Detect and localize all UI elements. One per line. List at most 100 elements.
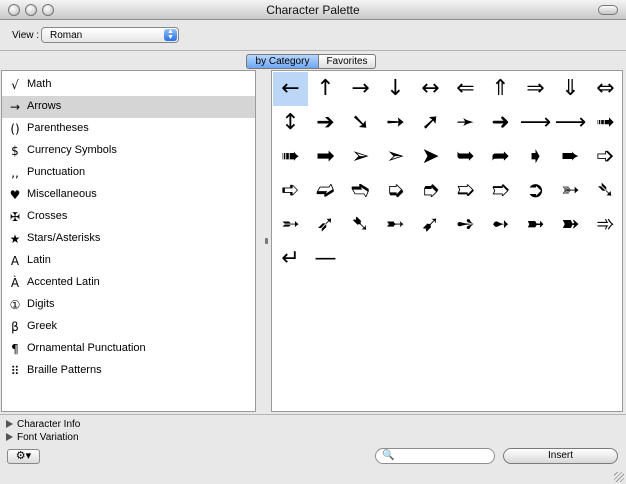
character-cell[interactable]: ➘ — [343, 106, 378, 140]
tab-favorites[interactable]: Favorites — [318, 54, 376, 69]
character-cell[interactable]: ➳ — [553, 174, 588, 208]
category-label: Crosses — [27, 210, 68, 222]
character-cell[interactable]: ➩ — [588, 140, 623, 174]
search-field[interactable]: 🔍 — [375, 448, 495, 464]
category-icon: ⠿ — [10, 364, 20, 378]
tab-bar: by Category Favorites — [246, 54, 376, 69]
category-item-ornamental-punctuation[interactable]: ¶ Ornamental Punctuation — [2, 338, 255, 360]
category-item-accented-latin[interactable]: À Accented Latin — [2, 272, 255, 294]
category-label: Math — [27, 78, 52, 90]
character-cell[interactable]: ➣ — [378, 140, 413, 174]
character-cell[interactable]: ➵ — [273, 208, 308, 242]
character-cell[interactable]: ↕ — [273, 106, 308, 140]
category-label: Parentheses — [27, 122, 89, 134]
character-cell[interactable]: — — [308, 242, 343, 276]
tab-by-category[interactable]: by Category — [246, 54, 319, 69]
category-item-parentheses[interactable]: () Parentheses — [2, 118, 255, 140]
character-cell[interactable]: ➜ — [483, 106, 518, 140]
category-label: Digits — [27, 298, 55, 310]
disclosure-triangle-icon — [6, 420, 13, 428]
splitter-grip-icon — [265, 238, 268, 244]
character-cell[interactable]: ⇐ — [448, 72, 483, 106]
character-cell[interactable]: ⇒ — [518, 72, 553, 106]
gear-action-button[interactable]: ⚙▾ — [7, 449, 40, 464]
character-cell[interactable]: ← — [273, 72, 308, 106]
search-icon: 🔍 — [382, 450, 395, 461]
character-cell[interactable]: ⇑ — [483, 72, 518, 106]
character-cell[interactable]: ➛ — [448, 106, 483, 140]
category-item-crosses[interactable]: ✠ Crosses — [2, 206, 255, 228]
character-cell[interactable]: ➠ — [273, 140, 308, 174]
character-cell[interactable]: ➽ — [553, 208, 588, 242]
character-cell[interactable]: ➭ — [378, 174, 413, 208]
resize-grip-icon[interactable] — [614, 472, 624, 482]
character-cell[interactable]: ➲ — [518, 174, 553, 208]
character-cell[interactable]: ➱ — [483, 174, 518, 208]
toolbar-toggle-button[interactable] — [598, 5, 618, 15]
updown-arrows-icon: ▲ ▼ — [164, 28, 177, 41]
character-cell[interactable]: ➧ — [518, 140, 553, 174]
character-cell[interactable]: ↔ — [413, 72, 448, 106]
category-icon: () — [10, 122, 20, 136]
view-select[interactable]: Roman ▲ ▼ — [41, 27, 179, 43]
character-cell[interactable]: ➙ — [378, 106, 413, 140]
font-variation-disclosure[interactable]: Font Variation — [6, 432, 79, 443]
pane-splitter[interactable] — [262, 70, 270, 412]
category-label: Currency Symbols — [27, 144, 117, 156]
character-cell[interactable]: ➔ — [308, 106, 343, 140]
character-cell[interactable]: ➦ — [483, 140, 518, 174]
character-info-disclosure[interactable]: Character Info — [6, 419, 80, 430]
category-item-greek[interactable]: β Greek — [2, 316, 255, 338]
character-cell[interactable]: ➨ — [553, 140, 588, 174]
character-palette-window: Character Palette View : Roman ▲ ▼ by Cat… — [0, 0, 626, 484]
title-bar[interactable]: Character Palette — [0, 0, 626, 20]
category-item-stars-asterisks[interactable]: ★ Stars/Asterisks — [2, 228, 255, 250]
character-cell[interactable]: ↵ — [273, 242, 308, 276]
divider — [0, 414, 626, 415]
category-item-miscellaneous[interactable]: ♥ Miscellaneous — [2, 184, 255, 206]
character-cell[interactable]: ⇔ — [588, 72, 623, 106]
category-label: Miscellaneous — [27, 188, 97, 200]
character-cell[interactable]: ➾ — [588, 208, 623, 242]
category-item-arrows[interactable]: → Arrows — [2, 96, 255, 118]
character-cell[interactable]: ➟ — [588, 106, 623, 140]
character-cell[interactable]: ➸ — [378, 208, 413, 242]
character-cell[interactable]: ➪ — [273, 174, 308, 208]
category-item-currency-symbols[interactable]: $ Currency Symbols — [2, 140, 255, 162]
character-cell[interactable]: ↑ — [308, 72, 343, 106]
category-item-braille-patterns[interactable]: ⠿ Braille Patterns — [2, 360, 255, 382]
category-item-latin[interactable]: A Latin — [2, 250, 255, 272]
character-cell[interactable]: ➺ — [448, 208, 483, 242]
category-item-punctuation[interactable]: ‚‚ Punctuation — [2, 162, 255, 184]
insert-button[interactable]: Insert — [503, 448, 618, 464]
character-cell[interactable]: ➯ — [448, 174, 483, 208]
character-cell[interactable]: ➡ — [308, 140, 343, 174]
search-input[interactable] — [394, 450, 490, 462]
category-icon: β — [11, 320, 19, 334]
character-cell[interactable]: ➻ — [483, 208, 518, 242]
font-variation-label: Font Variation — [17, 432, 79, 443]
disclosure-triangle-icon — [6, 433, 13, 441]
character-cell[interactable]: ↓ — [378, 72, 413, 106]
character-cell[interactable]: ➢ — [343, 140, 378, 174]
character-cell[interactable]: → — [343, 72, 378, 106]
character-cell[interactable]: ⟶ — [553, 106, 588, 140]
character-cell[interactable]: ➴ — [588, 174, 623, 208]
character-cell[interactable]: ➥ — [448, 140, 483, 174]
category-icon: $ — [11, 144, 19, 158]
character-cell[interactable]: ➚ — [413, 106, 448, 140]
category-icon: ★ — [9, 232, 21, 246]
character-cell[interactable]: ➮ — [413, 174, 448, 208]
character-cell[interactable]: ➷ — [343, 208, 378, 242]
character-cell[interactable]: ➬ — [343, 174, 378, 208]
category-item-math[interactable]: √ Math — [2, 74, 255, 96]
category-item-digits[interactable]: ① Digits — [2, 294, 255, 316]
character-cell[interactable]: ⇓ — [553, 72, 588, 106]
character-cell[interactable]: ➹ — [413, 208, 448, 242]
character-cell[interactable]: ➤ — [413, 140, 448, 174]
window-title: Character Palette — [266, 3, 360, 17]
character-cell[interactable]: ➼ — [518, 208, 553, 242]
character-cell[interactable]: ⟶ — [518, 106, 553, 140]
character-cell[interactable]: ➶ — [308, 208, 343, 242]
character-cell[interactable]: ➫ — [308, 174, 343, 208]
